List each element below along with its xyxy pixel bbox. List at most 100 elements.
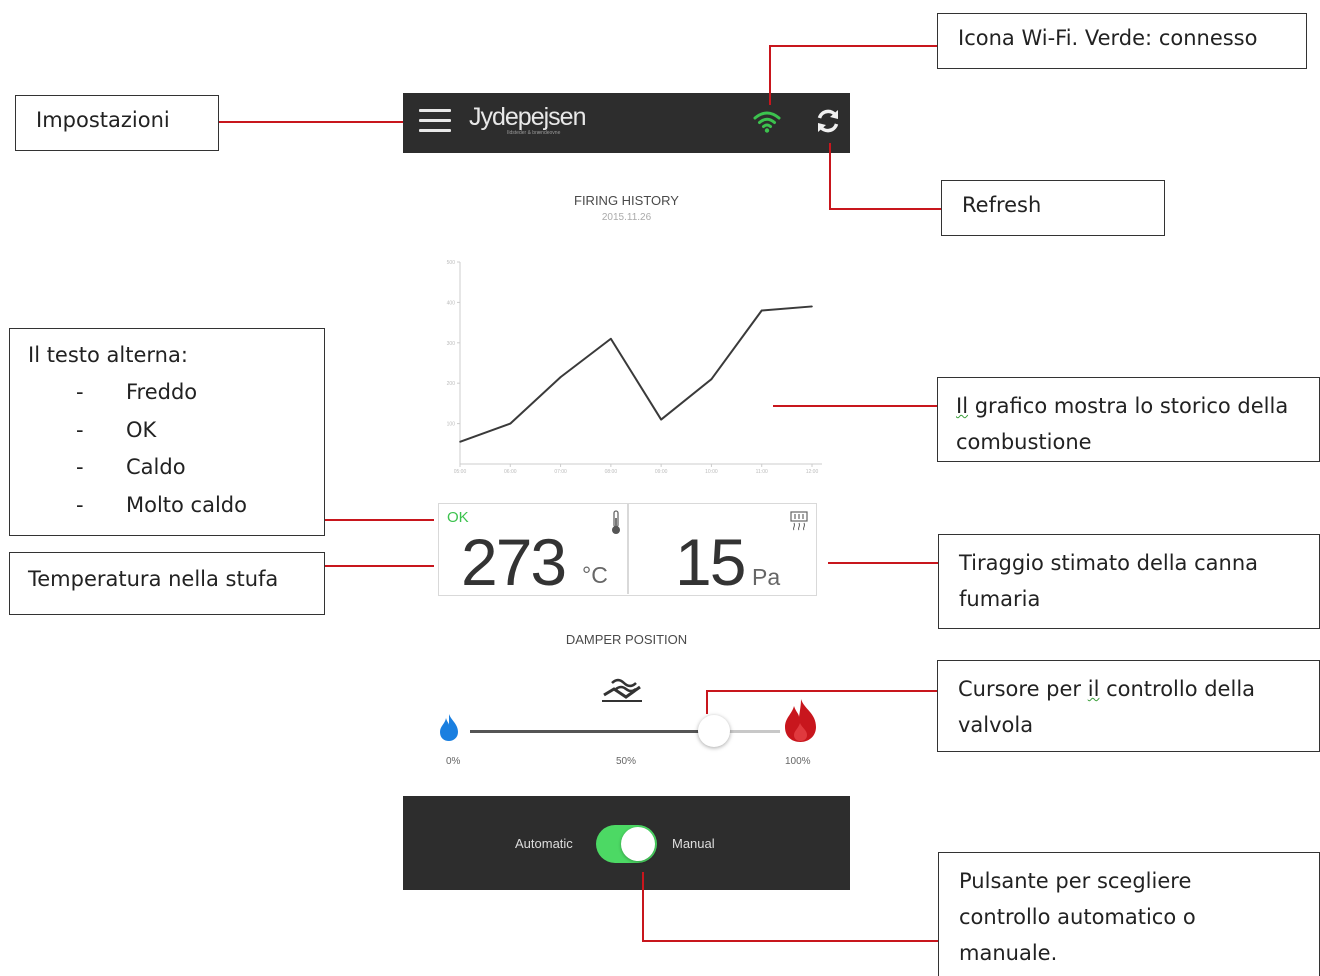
mode-bar: Automatic Manual bbox=[403, 796, 850, 890]
damper-slider-fill bbox=[470, 730, 715, 733]
annotation-chart-line1-rest: grafico mostra lo storico della bbox=[968, 394, 1289, 418]
manual-label: Manual bbox=[672, 836, 715, 851]
firing-history-chart: 100 200 300 400 500 05:00 06:00 07:00 08:00 09:00… bbox=[447, 260, 822, 475]
readings-card: OK 273 °C 15 Pa bbox=[438, 503, 817, 599]
chart-x-tick-label: 09:00 bbox=[655, 469, 668, 475]
annotation-wifi: Icona Wi-Fi. Verde: connesso bbox=[937, 13, 1307, 69]
annotation-chart-word: Il bbox=[956, 394, 969, 418]
chart-point bbox=[660, 418, 662, 421]
annotation-temperature: Temperatura nella stufa bbox=[9, 552, 325, 615]
annotation-status-item: Caldo bbox=[126, 455, 186, 479]
slider-connector-h bbox=[707, 690, 938, 692]
chart-y-tick-label: 500 bbox=[447, 260, 456, 266]
annotation-slider-word: il bbox=[1087, 677, 1100, 701]
damper-icon bbox=[602, 678, 642, 702]
damper-position-title: DAMPER POSITION bbox=[565, 632, 688, 647]
annotation-settings-text: Impostazioni bbox=[36, 108, 170, 132]
slider-tick-min: 0% bbox=[446, 756, 461, 767]
chart-point bbox=[459, 440, 461, 443]
annotation-chart: Il grafico mostra lo storico della combu… bbox=[937, 377, 1320, 462]
toggle-connector-h bbox=[642, 940, 938, 942]
damper-slider-knob[interactable] bbox=[698, 715, 731, 747]
chart-x-tick-label: 05:00 bbox=[454, 469, 467, 475]
annotation-slider-line1: Cursore per il controllo della bbox=[958, 677, 1255, 701]
annotation-slider: Cursore per il controllo della valvola bbox=[937, 660, 1320, 752]
annotation-draft-line2: fumaria bbox=[959, 587, 1041, 611]
list-dash: - bbox=[76, 455, 84, 479]
chart-x-tick-label: 06:00 bbox=[504, 469, 517, 475]
chart-series-line bbox=[459, 305, 813, 443]
cold-flame-icon bbox=[440, 714, 458, 741]
thermometer-icon bbox=[612, 510, 620, 534]
chart-x-tick-label: 10:00 bbox=[705, 469, 718, 475]
firing-history-date: 2015.11.26 bbox=[601, 212, 652, 223]
chart-x-tick-label: 08:00 bbox=[605, 469, 618, 475]
slider-tick-max: 100% bbox=[785, 756, 811, 767]
chart-connector bbox=[773, 405, 937, 407]
mode-toggle-knob[interactable] bbox=[621, 827, 655, 861]
annotation-status-title: Il testo alterna: bbox=[28, 343, 188, 367]
slider-tick-mid: 50% bbox=[616, 756, 637, 767]
refresh-connector-h bbox=[829, 208, 942, 210]
chart-y-tick-label: 300 bbox=[447, 341, 456, 347]
status-connector bbox=[324, 519, 434, 521]
chart-y-tick-label: 400 bbox=[447, 300, 456, 306]
chart-x-tick-label: 12:00 bbox=[806, 469, 819, 475]
logo-tagline: Ildsteder & brændeovne bbox=[507, 130, 561, 136]
chart-y-tick-label: 100 bbox=[447, 422, 456, 428]
chart-point bbox=[559, 376, 562, 378]
chimney-draft-icon bbox=[790, 511, 808, 531]
automatic-label: Automatic bbox=[515, 836, 573, 851]
app-header: Jydepejsen Ildsteder & brændeovne bbox=[403, 93, 850, 153]
temperature-connector bbox=[324, 565, 434, 567]
chart-x-tick-label: 07:00 bbox=[554, 469, 567, 475]
chart-y-tick-label: 200 bbox=[447, 381, 456, 387]
annotation-toggle-line3: manuale. bbox=[959, 941, 1058, 965]
app-logo: Jydepejsen bbox=[469, 103, 586, 131]
temperature-unit: °C bbox=[582, 562, 608, 588]
chart-point bbox=[811, 305, 813, 308]
refresh-icon[interactable] bbox=[814, 106, 842, 136]
annotation-toggle-line2: controllo automatico o bbox=[959, 905, 1196, 929]
annotation-status-item: Freddo bbox=[126, 380, 198, 404]
list-dash: - bbox=[76, 380, 84, 404]
list-dash: - bbox=[76, 418, 84, 442]
chart-x-tick-label: 11:00 bbox=[756, 469, 768, 475]
firing-history-title: FIRING HISTORY bbox=[574, 193, 679, 208]
mode-toggle[interactable] bbox=[596, 825, 657, 863]
wifi-connector-v bbox=[769, 45, 771, 105]
annotation-status-item: Molto caldo bbox=[126, 493, 247, 517]
draft-value: 15 bbox=[675, 525, 746, 599]
menu-icon[interactable] bbox=[419, 109, 451, 135]
annotation-slider-line1-a: Cursore per bbox=[958, 677, 1088, 701]
annotation-status: Il testo alterna: - Freddo - OK - Caldo … bbox=[9, 328, 325, 536]
annotation-slider-line1-b: controllo della bbox=[1099, 677, 1256, 701]
annotation-settings: Impostazioni bbox=[15, 95, 219, 151]
annotation-refresh-text: Refresh bbox=[962, 193, 1042, 217]
wifi-connector-h bbox=[770, 45, 938, 47]
annotation-slider-line2: valvola bbox=[958, 713, 1034, 737]
annotation-toggle-line1: Pulsante per scegliere bbox=[959, 869, 1192, 893]
chart-point bbox=[710, 378, 713, 380]
temperature-value: 273 bbox=[461, 525, 567, 599]
annotation-status-item: OK bbox=[126, 418, 157, 442]
refresh-connector-v bbox=[829, 143, 831, 208]
chart-point bbox=[610, 337, 612, 340]
annotation-draft-line1: Tiraggio stimato della canna bbox=[959, 551, 1258, 575]
wifi-icon[interactable] bbox=[752, 107, 782, 135]
chart-point bbox=[760, 309, 763, 312]
toggle-connector-v bbox=[642, 872, 644, 940]
draft-unit: Pa bbox=[752, 564, 781, 590]
annotation-toggle: Pulsante per scegliere controllo automat… bbox=[938, 852, 1320, 976]
annotation-wifi-text: Icona Wi-Fi. Verde: connesso bbox=[958, 26, 1258, 50]
annotation-draft: Tiraggio stimato della canna fumaria bbox=[938, 534, 1320, 629]
settings-connector bbox=[218, 121, 403, 123]
slider-connector-v bbox=[706, 690, 708, 714]
annotation-chart-line1: Il grafico mostra lo storico della bbox=[956, 394, 1288, 418]
annotation-chart-line2: combustione bbox=[956, 430, 1092, 454]
damper-slider-track[interactable] bbox=[470, 730, 780, 733]
draft-connector bbox=[828, 562, 938, 564]
card-divider bbox=[627, 504, 629, 594]
annotation-refresh: Refresh bbox=[941, 180, 1165, 236]
list-dash: - bbox=[76, 493, 84, 517]
